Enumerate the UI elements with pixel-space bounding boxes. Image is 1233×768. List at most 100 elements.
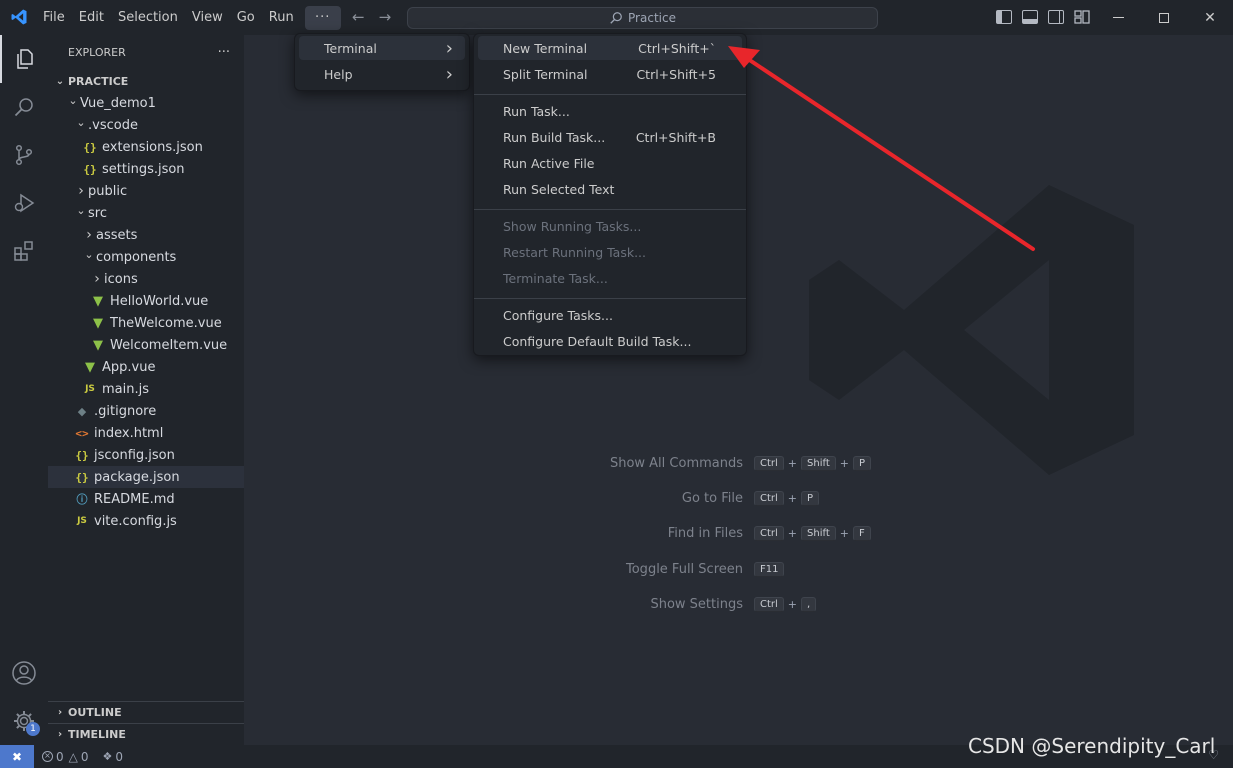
menu-item-terminate-task: Terminate Task... [478, 266, 742, 290]
run-debug-icon[interactable] [0, 179, 48, 227]
shortcut-label: Show All Commands [609, 456, 743, 471]
source-control-icon[interactable] [0, 131, 48, 179]
welcome-shortcut-row[interactable]: Show All Commands Ctrl + Shift + P [244, 454, 1233, 476]
menu-run[interactable]: Run [262, 6, 301, 30]
menu-view[interactable]: View [185, 6, 230, 30]
menu-more-button[interactable]: ··· [304, 5, 341, 30]
tree-folder[interactable]: ⌄ Vue_demo1 [48, 92, 244, 114]
keyboard-key: Shift [801, 456, 836, 471]
timeline-section-header[interactable]: › TIMELINE [48, 723, 244, 745]
tree-folder[interactable]: ⌄ components [48, 246, 244, 268]
shortcut-label: Find in Files [667, 526, 743, 541]
tree-file[interactable]: <> index.html [48, 422, 244, 444]
layout-controls [996, 10, 1090, 24]
menu-item-label: Run Task... [503, 103, 570, 119]
more-actions-icon[interactable]: ··· [218, 45, 230, 60]
json-file-icon: {} [83, 162, 97, 176]
search-icon [610, 12, 622, 24]
keyboard-key: Shift [801, 526, 836, 541]
customize-layout-icon[interactable] [1074, 10, 1090, 24]
menu-edit[interactable]: Edit [72, 6, 111, 30]
menu-item-run-build-task[interactable]: Run Build Task... Ctrl+Shift+B [478, 125, 742, 149]
ports-count: 0 [115, 749, 124, 764]
menu-item-run-selected-text[interactable]: Run Selected Text [478, 177, 742, 201]
minimize-icon[interactable] [1095, 0, 1141, 35]
submenu-chevron-icon: › [445, 37, 453, 59]
tree-item-label: settings.json [102, 161, 185, 177]
tree-folder[interactable]: ⌄ src [48, 202, 244, 224]
tree-file[interactable]: ▼ App.vue [48, 356, 244, 378]
key-plus: + [787, 527, 798, 540]
tree-folder[interactable]: › icons [48, 268, 244, 290]
tree-folder[interactable]: ⌄ .vscode [48, 114, 244, 136]
toggle-primary-sidebar-icon[interactable] [996, 10, 1012, 24]
chevron-right-icon: › [57, 707, 63, 718]
menu-file[interactable]: File [36, 6, 72, 30]
tree-folder[interactable]: › public [48, 180, 244, 202]
welcome-shortcut-row[interactable]: Toggle Full Screen F11 [244, 560, 1233, 582]
chevron-right-icon: › [57, 729, 63, 740]
tree-file[interactable]: {} package.json [48, 466, 244, 488]
html-file-icon: <> [75, 426, 89, 440]
workspace-title: PRACTICE [68, 74, 129, 88]
welcome-shortcut-row[interactable]: Show Settings Ctrl +, [244, 595, 1233, 617]
window-controls: ✕ [1095, 0, 1233, 35]
outline-section-header[interactable]: › OUTLINE [48, 701, 244, 723]
menu-item-label: Terminal [324, 40, 377, 56]
tree-file[interactable]: {} extensions.json [48, 136, 244, 158]
tree-file[interactable]: ◆ .gitignore [48, 400, 244, 422]
menu-item-help[interactable]: Help › [299, 62, 465, 86]
vue-file-icon: ▼ [93, 337, 103, 353]
tree-file[interactable]: ▼ TheWelcome.vue [48, 312, 244, 334]
manage-gear-icon[interactable]: 1 [0, 697, 48, 745]
tree-file[interactable]: {} settings.json [48, 158, 244, 180]
menu-item-new-terminal[interactable]: New Terminal Ctrl+Shift+` [478, 36, 742, 60]
arrow-left-icon[interactable]: ← [352, 8, 365, 26]
menu-item-run-active-file[interactable]: Run Active File [478, 151, 742, 175]
arrow-right-icon[interactable]: → [379, 8, 392, 26]
tree-file[interactable]: ⓘ README.md [48, 488, 244, 510]
welcome-shortcut-row[interactable]: Find in Files Ctrl + Shift + F [244, 524, 1233, 546]
menu-item-split-terminal[interactable]: Split Terminal Ctrl+Shift+5 [478, 62, 742, 86]
tree-folder[interactable]: › assets [48, 224, 244, 246]
accounts-icon[interactable] [0, 649, 48, 697]
tree-item-label: vite.config.js [94, 513, 177, 529]
workspace-section-header[interactable]: ⌄ PRACTICE [48, 70, 244, 92]
javascript-file-icon: JS [85, 384, 95, 394]
warning-count: 0 [80, 749, 89, 764]
keyboard-key: Ctrl [754, 526, 784, 541]
menu-item-terminal[interactable]: Terminal › [299, 36, 465, 60]
menu-go[interactable]: Go [230, 6, 262, 30]
key-plus: + [787, 492, 798, 505]
tree-file[interactable]: ▼ HelloWorld.vue [48, 290, 244, 312]
search-icon[interactable] [0, 83, 48, 131]
toggle-panel-icon[interactable] [1022, 10, 1038, 24]
close-icon[interactable]: ✕ [1187, 0, 1233, 35]
command-center-search[interactable]: Practice [407, 7, 878, 29]
tree-file[interactable]: ▼ WelcomeItem.vue [48, 334, 244, 356]
tree-item-label: TheWelcome.vue [110, 315, 222, 331]
menu-item-label: Run Build Task... [503, 129, 606, 145]
key-plus: + [787, 598, 798, 611]
problems-status[interactable]: × 0 △ 0 [42, 750, 89, 764]
menu-item-configure-tasks[interactable]: Configure Tasks... [478, 303, 742, 327]
shortcut-keys: Ctrl + P [754, 491, 820, 506]
menu-item-configure-default-build-task[interactable]: Configure Default Build Task... [478, 329, 742, 353]
tree-item-label: assets [96, 227, 138, 243]
tree-file[interactable]: {} jsconfig.json [48, 444, 244, 466]
ports-status[interactable]: ❖ 0 [103, 750, 124, 764]
tree-file[interactable]: JS vite.config.js [48, 510, 244, 532]
tree-file[interactable]: JS main.js [48, 378, 244, 400]
extensions-icon[interactable] [0, 227, 48, 275]
json-file-icon: {} [83, 140, 97, 154]
tree-item-label: jsconfig.json [94, 447, 175, 463]
menu-selection[interactable]: Selection [111, 6, 185, 30]
remote-indicator-icon[interactable]: ✖ [0, 745, 34, 768]
menu-item-run-task[interactable]: Run Task... [478, 99, 742, 123]
maximize-icon[interactable] [1141, 0, 1187, 35]
welcome-shortcut-row[interactable]: Go to File Ctrl + P [244, 489, 1233, 511]
explorer-icon[interactable] [0, 35, 48, 83]
warning-icon: △ [68, 749, 78, 764]
toggle-secondary-sidebar-icon[interactable] [1048, 10, 1064, 24]
key-plus: + [839, 457, 849, 470]
